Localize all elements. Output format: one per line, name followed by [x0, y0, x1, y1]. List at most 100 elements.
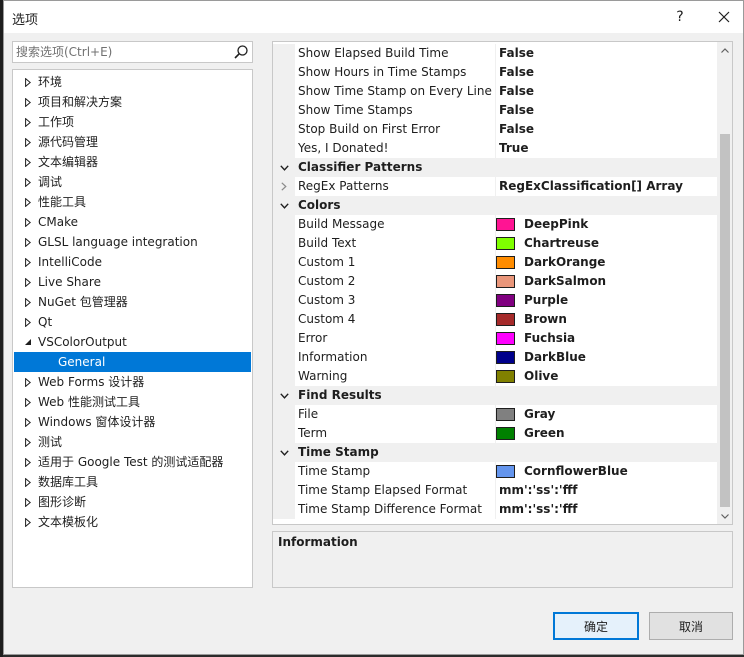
- property-row[interactable]: RegEx Patterns RegExClassification[] Arra…: [273, 177, 717, 196]
- color-swatch[interactable]: [496, 370, 515, 383]
- property-row[interactable]: Time Stamp CornflowerBlue: [273, 462, 717, 481]
- property-value[interactable]: DarkSalmon: [524, 272, 606, 291]
- color-swatch[interactable]: [496, 427, 515, 440]
- collapsed-arrow-icon[interactable]: [23, 412, 33, 432]
- collapsed-arrow-icon[interactable]: [23, 392, 33, 412]
- property-value[interactable]: mm':'ss':'fff: [499, 500, 578, 519]
- color-swatch[interactable]: [496, 275, 515, 288]
- color-swatch[interactable]: [496, 332, 515, 345]
- collapsed-arrow-icon[interactable]: [23, 452, 33, 472]
- collapsed-arrow-icon[interactable]: [23, 92, 33, 112]
- tree-item[interactable]: Qt: [13, 312, 252, 332]
- property-value[interactable]: DarkOrange: [524, 253, 605, 272]
- property-row[interactable]: Information DarkBlue: [273, 348, 717, 367]
- category-row[interactable]: Colors: [273, 196, 717, 215]
- property-value[interactable]: Purple: [524, 291, 568, 310]
- property-row[interactable]: Build Message DeepPink: [273, 215, 717, 234]
- property-value[interactable]: CornflowerBlue: [524, 462, 628, 481]
- collapsed-arrow-icon[interactable]: [23, 432, 33, 452]
- search-icon[interactable]: [233, 44, 249, 60]
- tree-item[interactable]: VSColorOutput: [13, 332, 252, 352]
- property-value[interactable]: True: [499, 139, 528, 158]
- collapsed-arrow-icon[interactable]: [23, 472, 33, 492]
- tree-item[interactable]: Windows 窗体设计器: [13, 412, 252, 432]
- collapsed-arrow-icon[interactable]: [23, 372, 33, 392]
- tree-item[interactable]: 调试: [13, 172, 252, 192]
- tree-item[interactable]: 文本模板化: [13, 512, 252, 532]
- color-swatch[interactable]: [496, 465, 515, 478]
- cancel-button[interactable]: 取消: [649, 612, 733, 640]
- collapsed-arrow-icon[interactable]: [23, 292, 33, 312]
- collapsed-arrow-icon[interactable]: [23, 152, 33, 172]
- tree-item[interactable]: NuGet 包管理器: [13, 292, 252, 312]
- property-row[interactable]: Custom 2 DarkSalmon: [273, 272, 717, 291]
- property-row[interactable]: File Gray: [273, 405, 717, 424]
- property-row[interactable]: Show Time Stamps False: [273, 101, 717, 120]
- vertical-scrollbar[interactable]: [717, 42, 732, 524]
- category-row[interactable]: Time Stamp: [273, 443, 717, 462]
- color-swatch[interactable]: [496, 294, 515, 307]
- property-value[interactable]: Brown: [524, 310, 567, 329]
- property-row[interactable]: Show Hours in Time Stamps False: [273, 63, 717, 82]
- row-gutter[interactable]: [273, 158, 295, 177]
- search-input[interactable]: [13, 42, 223, 62]
- collapsed-arrow-icon[interactable]: [23, 492, 33, 512]
- color-swatch[interactable]: [496, 237, 515, 250]
- tree-item[interactable]: 适用于 Google Test 的测试适配器: [13, 452, 252, 472]
- property-value[interactable]: RegExClassification[] Array: [499, 177, 683, 196]
- property-value[interactable]: Fuchsia: [524, 329, 575, 348]
- tree-item[interactable]: 图形诊断: [13, 492, 252, 512]
- tree-item[interactable]: 测试: [13, 432, 252, 452]
- color-swatch[interactable]: [496, 351, 515, 364]
- collapsed-arrow-icon[interactable]: [23, 512, 33, 532]
- collapsed-arrow-icon[interactable]: [23, 212, 33, 232]
- collapsed-arrow-icon[interactable]: [23, 132, 33, 152]
- row-gutter[interactable]: [273, 443, 295, 462]
- property-value[interactable]: False: [499, 82, 534, 101]
- row-gutter[interactable]: [273, 177, 295, 196]
- expanded-arrow-icon[interactable]: [23, 332, 33, 352]
- property-value[interactable]: Olive: [524, 367, 558, 386]
- tree-item[interactable]: Web 性能测试工具: [13, 392, 252, 412]
- property-row[interactable]: Show Elapsed Build Time False: [273, 44, 717, 63]
- tree-item[interactable]: 项目和解决方案: [13, 92, 252, 112]
- property-row[interactable]: Term Green: [273, 424, 717, 443]
- collapsed-arrow-icon[interactable]: [23, 172, 33, 192]
- options-search-box[interactable]: [12, 41, 253, 63]
- collapsed-arrow-icon[interactable]: [23, 272, 33, 292]
- property-value[interactable]: Gray: [524, 405, 555, 424]
- close-button[interactable]: [704, 1, 744, 33]
- row-gutter[interactable]: [273, 196, 295, 215]
- property-value[interactable]: False: [499, 120, 534, 139]
- property-value[interactable]: mm':'ss':'fff: [499, 481, 578, 500]
- collapsed-arrow-icon[interactable]: [23, 312, 33, 332]
- property-row[interactable]: Stop Build on First Error False: [273, 120, 717, 139]
- property-value[interactable]: Chartreuse: [524, 234, 599, 253]
- property-value[interactable]: DeepPink: [524, 215, 588, 234]
- color-swatch[interactable]: [496, 408, 515, 421]
- property-row[interactable]: Custom 3 Purple: [273, 291, 717, 310]
- property-row[interactable]: Time Stamp Elapsed Format mm':'ss':'fff: [273, 481, 717, 500]
- ok-button[interactable]: 确定: [553, 612, 639, 640]
- property-value[interactable]: DarkBlue: [524, 348, 586, 367]
- property-row[interactable]: Time Stamp Difference Format mm':'ss':'ff…: [273, 500, 717, 519]
- property-value[interactable]: False: [499, 44, 534, 63]
- tree-item[interactable]: 数据库工具: [13, 472, 252, 492]
- collapsed-arrow-icon[interactable]: [23, 192, 33, 212]
- collapsed-arrow-icon[interactable]: [23, 232, 33, 252]
- property-row[interactable]: Custom 4 Brown: [273, 310, 717, 329]
- property-row[interactable]: Error Fuchsia: [273, 329, 717, 348]
- scroll-up-button[interactable]: [717, 42, 732, 58]
- help-button[interactable]: ?: [660, 1, 700, 33]
- tree-item[interactable]: CMake: [13, 212, 252, 232]
- collapsed-arrow-icon[interactable]: [23, 252, 33, 272]
- color-swatch[interactable]: [496, 218, 515, 231]
- property-row[interactable]: Warning Olive: [273, 367, 717, 386]
- tree-item[interactable]: 源代码管理: [13, 132, 252, 152]
- property-value[interactable]: False: [499, 101, 534, 120]
- tree-item[interactable]: Web Forms 设计器: [13, 372, 252, 392]
- options-tree[interactable]: 环境 项目和解决方案 工作项 源代码管理 文本编辑器 调试 性能工具 CMake GLSL la…: [12, 69, 253, 588]
- property-grid[interactable]: Show Elapsed Build Time False Show Hours i…: [272, 41, 733, 525]
- tree-item[interactable]: 环境: [13, 72, 252, 92]
- tree-item[interactable]: 文本编辑器: [13, 152, 252, 172]
